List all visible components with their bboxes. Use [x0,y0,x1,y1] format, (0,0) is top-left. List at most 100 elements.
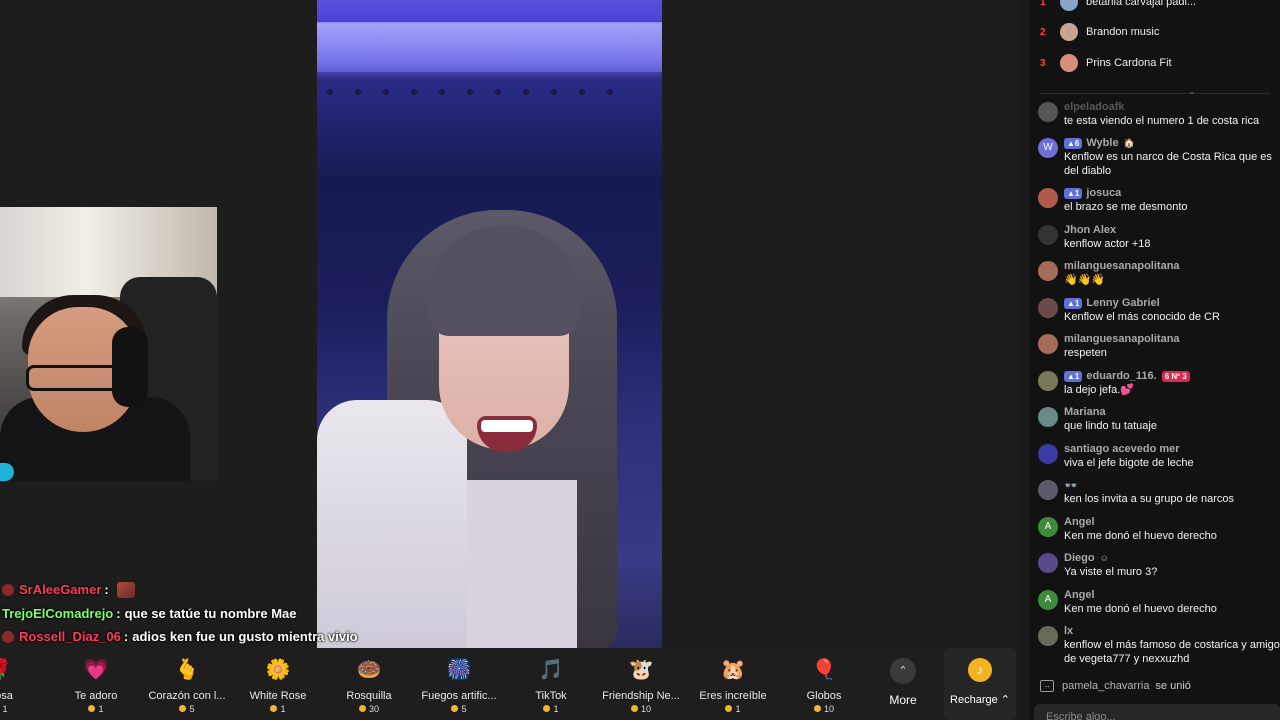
webcam-overlay [0,207,217,481]
chat-user-row: Jhon Alex [1064,223,1280,237]
chat-username[interactable]: eduardo_116. [1086,370,1156,382]
level-badge: ▲1 [1064,370,1083,382]
avatar[interactable] [1038,261,1058,281]
gift-icon: 🫰 [174,659,200,681]
top-viewer-row[interactable]: 3 Prins Cardona Fit [1040,53,1172,73]
chat-username[interactable]: milanguesanapolitana [1064,260,1180,272]
gift-price: 30 [324,704,414,714]
chat-username[interactable]: 👓 [1064,479,1078,492]
gift-item[interactable]: 🎆 Fuegos artific... 5 [414,648,504,720]
chat-text-content: que lindo tu tatuaje [1064,420,1157,432]
gift-name: Corazón con l... [148,690,226,702]
avatar[interactable] [1038,334,1058,354]
gift-price-value: 5 [189,704,195,714]
gift-price: 1 [233,704,323,714]
avatar[interactable] [1038,480,1058,500]
chat-username[interactable]: josuca [1086,187,1121,199]
overlay-chat-user: SrAleeGamer [19,582,102,598]
chat-text-content: kenflow actor +18 [1064,238,1151,250]
chat-text: Ya viste el muro 3? [1064,565,1280,579]
avatar[interactable] [1038,407,1058,427]
overlay-chat-row: Rossell_Diaz_06: adios ken fue un gusto m… [2,625,358,649]
coin-icon [630,705,638,712]
gift-item[interactable]: 🎈 Globos 10 [779,648,869,720]
gift-item[interactable]: 🐹 Eres increíble 1 [688,648,778,720]
avatar[interactable] [1038,553,1058,573]
chat-username[interactable]: lx [1064,625,1073,637]
avatar[interactable]: W [1038,138,1058,158]
overlay-chat-text: que se tatúe tu nombre Mae [124,605,297,621]
chat-username[interactable]: elpeladoafk [1064,101,1125,113]
avatar[interactable]: A [1038,590,1058,610]
gift-item[interactable]: 🌼 White Rose 1 [233,648,323,720]
gift-item[interactable]: 🐮 Friendship Ne... 10 [596,648,686,720]
avatar[interactable] [1038,371,1058,391]
top-viewer-row[interactable]: 2 Brandon music [1040,22,1159,42]
chat-username[interactable]: milanguesanapolitana [1064,333,1180,345]
gift-price-value: 10 [823,704,834,714]
chat-message: milanguesanapolitana 👋👋👋 [1038,259,1280,287]
chat-username[interactable]: Angel [1064,516,1095,528]
gift-item[interactable]: 🫰 Corazón con l... 5 [142,648,232,720]
top-viewer-name: betania carvajal padi... [1086,0,1197,8]
chat-username[interactable]: Angel [1064,589,1095,601]
chat-text: viva el jefe bigote de leche [1064,456,1280,470]
join-user: pamela_chavarria [1062,680,1150,692]
more-gifts-button[interactable]: ⌃ More [872,650,934,718]
chat-text: te esta viendo el numero 1 de costa rica [1064,114,1280,128]
chat-username[interactable]: Diego [1064,552,1095,564]
gift-item[interactable]: 💗 Te adoro 1 [51,648,141,720]
recharge-button[interactable]: ♪ Recharge ⌃ [944,648,1016,720]
recharge-label: Recharge ⌃ [950,694,1010,706]
chat-text-content: ken los invita a su grupo de narcos [1064,493,1234,505]
gift-item[interactable]: 🌹 Rosa 1 [0,648,45,720]
gift-name: Friendship Ne... [602,690,680,702]
chat-user-row: Angel [1064,515,1280,529]
chat-user-row: ▲6 Wyble 🏠 [1064,136,1280,150]
avatar[interactable] [1038,102,1058,122]
chat-user-row: milanguesanapolitana [1064,259,1280,273]
chat-message: A Angel Ken me donó el huevo derecho [1038,588,1280,616]
gift-item[interactable]: 🎵 TikTok 1 [506,648,596,720]
chat-text-content: 👋👋👋 [1064,274,1106,286]
coin-icon: ♪ [968,658,992,682]
chat-message: ▲1 Lenny Gabriel Kenflow el más conocido d… [1038,296,1280,324]
avatar[interactable]: A [1038,517,1058,537]
chat-user-row: Angel [1064,588,1280,602]
chat-username[interactable]: Jhon Alex [1064,224,1116,236]
top-viewer-row[interactable]: 1 betania carvajal padi... [1040,0,1196,12]
chat-message: Mariana que lindo tu tatuaje [1038,405,1280,433]
chat-user-row: Mariana [1064,405,1280,419]
chat-text-content: respeten [1064,347,1107,359]
avatar[interactable] [1038,298,1058,318]
rank-number: 3 [1040,57,1046,69]
chat-username[interactable]: Wyble [1086,137,1118,149]
chat-user-row: ▲1 josuca [1064,186,1280,200]
chat-input[interactable]: Escribe algo... [1034,704,1280,720]
video-string-lights [327,82,647,95]
chat-text: ken los invita a su grupo de narcos [1064,492,1280,506]
avatar[interactable] [1038,188,1058,208]
chat-username[interactable]: Lenny Gabriel [1086,297,1159,309]
gift-item[interactable]: 🍩 Rosquilla 30 [324,648,414,720]
chat-text-content: Kenflow el más conocido de CR [1064,311,1220,323]
coin-icon [270,705,278,712]
gift-price-value: 10 [640,704,651,714]
gift-icon: 🌼 [265,659,291,681]
chat-username[interactable]: santiago acevedo mer [1064,443,1180,455]
chat-user-row: santiago acevedo mer [1064,442,1280,456]
chat-username[interactable]: Mariana [1064,406,1106,418]
chevron-down-icon[interactable]: ⌄ [1188,86,1196,97]
streamer-teeth [481,420,533,432]
live-video[interactable] [317,0,662,648]
gift-price-value: 1 [553,704,559,714]
avatar[interactable] [1038,626,1058,646]
avatar[interactable] [1038,225,1058,245]
avatar[interactable] [1038,444,1058,464]
heart-icon: 💕 [1120,384,1134,396]
chat-message: ▲1 josuca el brazo se me desmonto [1038,186,1280,214]
chat-user-row: elpeladoafk [1064,100,1280,114]
chat-message: Jhon Alex kenflow actor +18 [1038,223,1280,251]
enter-icon: → [1040,680,1054,692]
more-label: More [889,693,917,707]
